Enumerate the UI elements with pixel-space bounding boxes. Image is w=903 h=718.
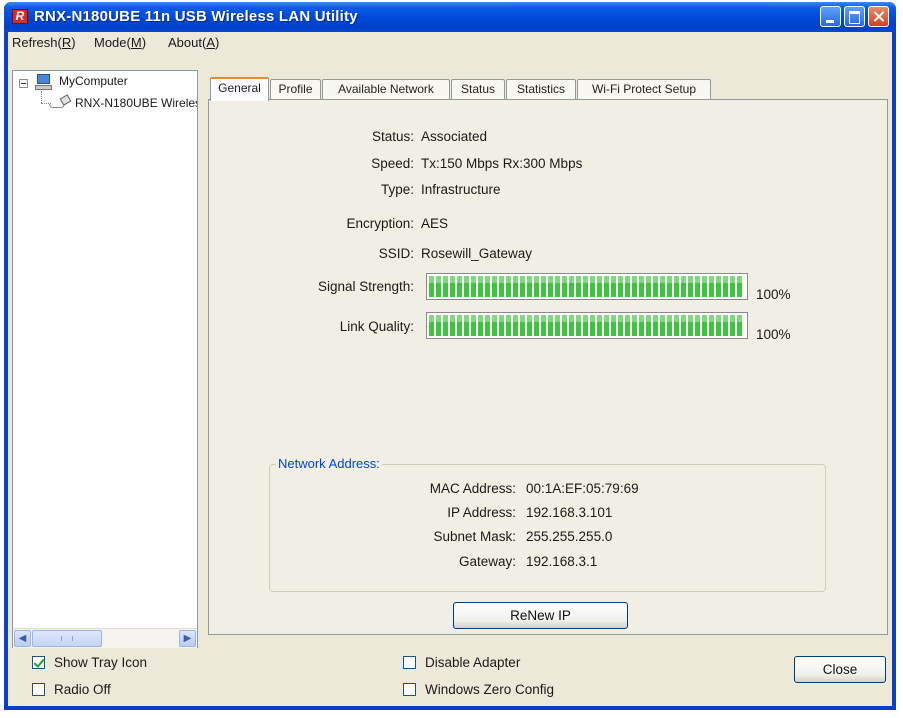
ssid-value: Rosewill_Gateway — [421, 246, 533, 261]
menu-about-close: ) — [214, 35, 220, 50]
subnet-mask-label: Subnet Mask: — [433, 529, 516, 544]
usb-adapter-icon — [49, 94, 72, 109]
menu-about[interactable]: About(A) — [168, 35, 219, 50]
tab-general[interactable]: General — [210, 77, 269, 101]
windows-zero-config-label[interactable]: Windows Zero Config — [425, 682, 554, 697]
network-address-group: Network Address: MAC Address: 00:1A:EF:0… — [269, 456, 826, 592]
window-title: RNX-N180UBE 11n USB Wireless LAN Utility — [34, 8, 358, 25]
client-area: Refresh(R) Mode(M) About(A) MyComputer R… — [8, 32, 892, 706]
link-quality-label: Link Quality: — [339, 319, 414, 334]
tab-statistics[interactable]: Statistics — [506, 79, 576, 99]
scroll-right-arrow-icon[interactable]: ▶ — [179, 630, 196, 647]
scrollbar-thumb[interactable] — [32, 630, 102, 647]
maximize-button[interactable] — [844, 6, 865, 27]
encryption-value: AES — [421, 216, 449, 231]
tree-horizontal-scrollbar[interactable]: ◀ ▶ — [13, 628, 197, 648]
menu-mode[interactable]: Mode(M) — [94, 35, 146, 50]
tab-available-network[interactable]: Available Network — [322, 79, 450, 99]
scroll-left-arrow-icon[interactable]: ◀ — [14, 630, 31, 647]
tab-profile[interactable]: Profile — [270, 79, 321, 99]
tree-item-adapter[interactable]: RNX-N180UBE Wireless — [75, 96, 197, 110]
ip-address-label: IP Address: — [447, 505, 516, 520]
close-button[interactable]: Close — [794, 656, 886, 683]
show-tray-icon-checkbox[interactable] — [32, 656, 45, 669]
radio-off-label[interactable]: Radio Off — [54, 682, 111, 697]
menu-mode-text: Mode( — [94, 35, 131, 50]
disable-adapter-checkbox[interactable] — [403, 656, 416, 669]
menu-about-text: About( — [168, 35, 207, 50]
subnet-mask-value: 255.255.255.0 — [526, 529, 613, 544]
menu-refresh-close: ) — [71, 35, 76, 50]
gateway-label: Gateway: — [458, 554, 516, 569]
tree-collapse-toggle[interactable] — [19, 79, 28, 88]
windows-zero-config-checkbox[interactable] — [403, 683, 416, 696]
renew-ip-button[interactable]: ReNew IP — [453, 602, 628, 629]
menu-about-key: A — [206, 35, 215, 50]
menu-bar: Refresh(R) Mode(M) About(A) — [8, 32, 892, 53]
signal-strength-bar — [426, 273, 748, 300]
link-quality-percent: 100% — [756, 327, 791, 342]
menu-mode-key: M — [130, 35, 142, 50]
gateway-value: 192.168.3.1 — [526, 554, 598, 569]
device-tree[interactable]: MyComputer RNX-N180UBE Wireless — [12, 70, 198, 648]
status-value: Associated — [421, 129, 488, 144]
radio-off-checkbox[interactable] — [32, 683, 45, 696]
menu-refresh[interactable]: Refresh(R) — [12, 35, 76, 50]
menu-refresh-text: Refresh( — [12, 35, 62, 50]
app-window: R RNX-N180UBE 11n USB Wireless LAN Utili… — [4, 2, 896, 710]
tree-connector — [41, 91, 42, 103]
tab-status[interactable]: Status — [451, 79, 505, 99]
tree-item-mycomputer[interactable]: MyComputer — [59, 74, 128, 88]
signal-strength-label: Signal Strength: — [317, 279, 414, 294]
disable-adapter-label[interactable]: Disable Adapter — [425, 655, 520, 670]
encryption-label: Encryption: — [346, 216, 414, 231]
link-quality-bar — [426, 312, 748, 339]
menu-mode-close: ) — [141, 35, 147, 50]
close-window-button[interactable] — [868, 6, 889, 27]
mac-address-label: MAC Address: — [429, 481, 516, 496]
signal-strength-percent: 100% — [756, 287, 791, 302]
tab-wifi-protect-setup[interactable]: Wi-Fi Protect Setup — [577, 79, 711, 99]
show-tray-icon-label[interactable]: Show Tray Icon — [54, 655, 147, 670]
status-label: Status: — [371, 129, 414, 144]
signal-strength-fill — [429, 276, 743, 297]
network-address-title: Network Address: — [276, 456, 382, 471]
minimize-button[interactable] — [820, 6, 841, 27]
link-quality-fill — [429, 315, 743, 336]
type-value: Infrastructure — [421, 182, 501, 197]
computer-icon — [35, 74, 53, 91]
speed-value: Tx:150 Mbps Rx:300 Mbps — [421, 156, 583, 171]
app-logo-icon: R — [12, 9, 28, 24]
ssid-label: SSID: — [378, 246, 414, 261]
type-label: Type: — [380, 182, 414, 197]
mac-address-value: 00:1A:EF:05:79:69 — [526, 481, 639, 496]
speed-label: Speed: — [371, 156, 414, 171]
title-bar[interactable]: R RNX-N180UBE 11n USB Wireless LAN Utili… — [4, 2, 896, 32]
general-panel: Status: Associated Speed: Tx:150 Mbps Rx… — [208, 99, 888, 635]
menu-refresh-key: R — [61, 35, 72, 50]
ip-address-value: 192.168.3.101 — [526, 505, 613, 520]
